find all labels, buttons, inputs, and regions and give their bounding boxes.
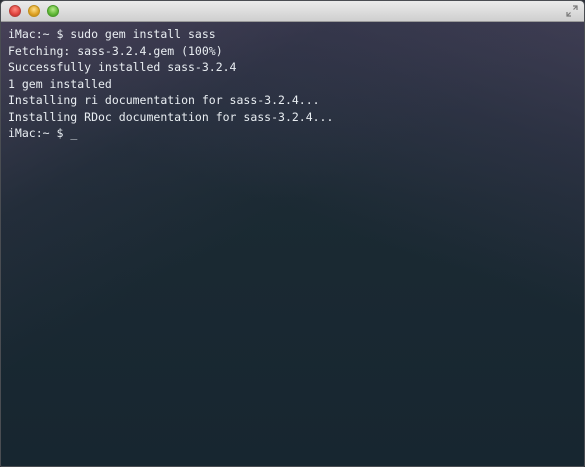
- terminal-prompt-line[interactable]: iMac:~ $ _: [8, 125, 577, 142]
- fullscreen-icon[interactable]: [566, 5, 578, 17]
- close-button[interactable]: [9, 5, 21, 17]
- text-cursor: _: [70, 126, 78, 140]
- title-bar[interactable]: [1, 1, 584, 22]
- terminal-output[interactable]: iMac:~ $ sudo gem install sass Fetching:…: [1, 22, 584, 466]
- minimize-button[interactable]: [28, 5, 40, 17]
- terminal-line: 1 gem installed: [8, 76, 112, 91]
- terminal-line: Fetching: sass-3.2.4.gem (100%): [8, 43, 223, 58]
- terminal-line: Installing RDoc documentation for sass-3…: [8, 109, 334, 124]
- terminal-line: iMac:~ $ sudo gem install sass: [8, 27, 216, 41]
- terminal-line: Successfully installed sass-3.2.4: [8, 60, 237, 74]
- zoom-button[interactable]: [47, 5, 59, 17]
- terminal-line: Installing ri documentation for sass-3.2…: [8, 93, 320, 107]
- terminal-window: iMac:~ $ sudo gem install sass Fetching:…: [0, 0, 585, 467]
- terminal-prompt: iMac:~ $: [8, 126, 71, 140]
